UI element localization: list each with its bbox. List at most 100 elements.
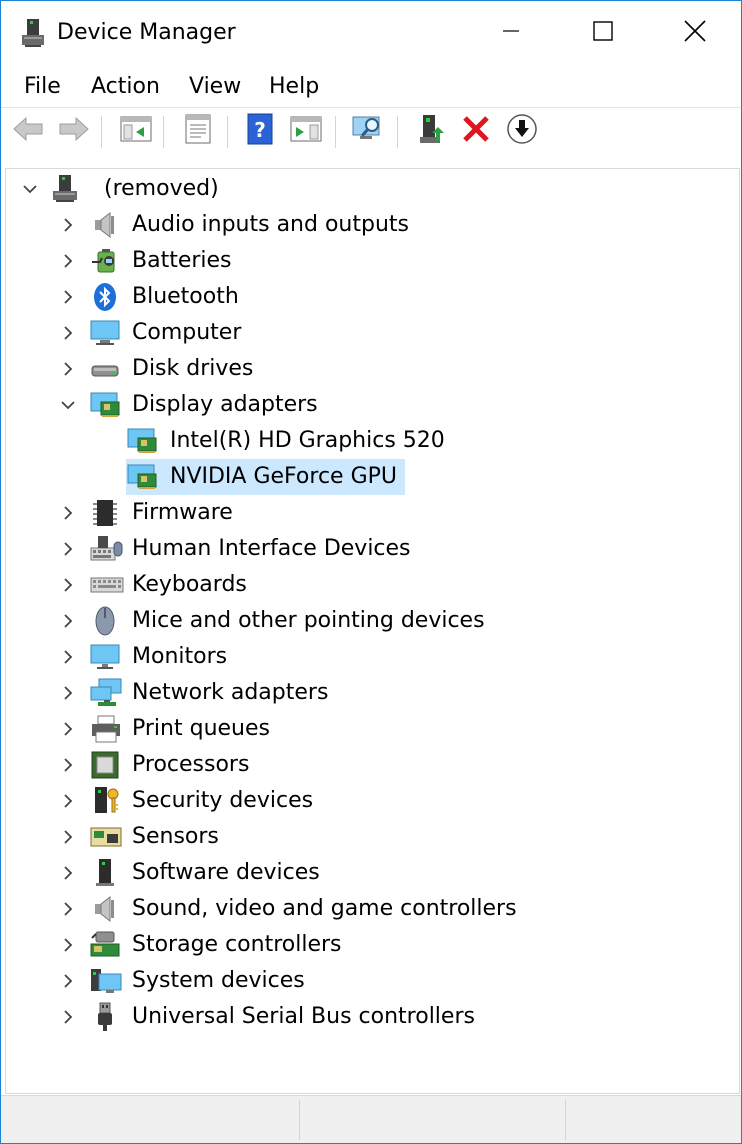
title-bar[interactable]: Device Manager: [1, 1, 741, 65]
mouse-icon: [90, 606, 120, 636]
scan-hardware-button[interactable]: [351, 114, 385, 148]
tree-device-intel-r-hd-graphics-520[interactable]: Intel(R) HD Graphics 520: [6, 423, 739, 459]
expand-chevron-icon[interactable]: [58, 755, 78, 775]
tree-item-label: Software devices: [132, 860, 320, 885]
expand-chevron-icon[interactable]: [58, 935, 78, 955]
tree-category-processors[interactable]: Processors: [6, 747, 739, 783]
tree-item-label: Batteries: [132, 248, 232, 273]
back-icon: [12, 115, 44, 147]
computer-root-icon: [50, 174, 80, 204]
tree-category-software-devices[interactable]: Software devices: [6, 855, 739, 891]
expand-chevron-icon[interactable]: [58, 719, 78, 739]
forward-icon: [58, 115, 90, 147]
tree-category-batteries[interactable]: Batteries: [6, 243, 739, 279]
tree-item-label: (removed): [104, 176, 219, 201]
tree-category-keyboards[interactable]: Keyboards: [6, 567, 739, 603]
expand-chevron-icon[interactable]: [58, 827, 78, 847]
tree-item-label: Processors: [132, 752, 250, 777]
tree-category-firmware[interactable]: Firmware: [6, 495, 739, 531]
tree-category-print-queues[interactable]: Print queues: [6, 711, 739, 747]
display-adapter-icon: [90, 390, 120, 420]
software-device-icon: [90, 858, 120, 888]
tree-root[interactable]: (removed): [6, 171, 739, 207]
hid-icon: [90, 534, 123, 564]
help-button[interactable]: ?: [243, 113, 277, 148]
action-pane-button[interactable]: [289, 114, 323, 148]
tree-category-universal-serial-bus-controllers[interactable]: Universal Serial Bus controllers: [6, 999, 739, 1035]
tree-item-label: Human Interface Devices: [132, 536, 411, 561]
tree-category-sensors[interactable]: Sensors: [6, 819, 739, 855]
expand-chevron-icon[interactable]: [58, 215, 78, 235]
tree-item-label: Print queues: [132, 716, 270, 741]
battery-icon: [90, 246, 120, 276]
tree-item-label: Security devices: [132, 788, 314, 813]
tree-category-monitors[interactable]: Monitors: [6, 639, 739, 675]
forward-button[interactable]: [57, 114, 91, 148]
close-button[interactable]: [649, 1, 741, 65]
expand-chevron-icon[interactable]: [58, 539, 78, 559]
tree-category-display-adapters[interactable]: Display adapters: [6, 387, 739, 423]
expand-chevron-icon[interactable]: [58, 611, 78, 631]
menu-file[interactable]: File: [20, 71, 65, 103]
collapse-chevron-icon[interactable]: [58, 395, 78, 415]
tree-category-security-devices[interactable]: Security devices: [6, 783, 739, 819]
status-bar-divider: [299, 1100, 301, 1140]
tree-item-label: Storage controllers: [132, 932, 342, 957]
monitor-icon: [90, 642, 120, 672]
expand-chevron-icon[interactable]: [58, 647, 78, 667]
disable-device-button[interactable]: [505, 114, 539, 148]
maximize-button[interactable]: [557, 1, 649, 65]
update-driver-button[interactable]: [415, 114, 449, 148]
menu-bar: File Action View Help: [1, 65, 741, 109]
toolbar-separator: [335, 116, 336, 148]
tree-category-computer[interactable]: Computer: [6, 315, 739, 351]
expand-chevron-icon[interactable]: [58, 323, 78, 343]
tree-category-human-interface-devices[interactable]: Human Interface Devices: [6, 531, 739, 567]
window-title: Device Manager: [57, 20, 236, 45]
firmware-chip-icon: [90, 498, 120, 528]
tree-category-sound-video-and-game-controllers[interactable]: Sound, video and game controllers: [6, 891, 739, 927]
tree-item-label: Sound, video and game controllers: [132, 896, 517, 921]
toolbar-separator: [163, 116, 164, 148]
tree-category-bluetooth[interactable]: Bluetooth: [6, 279, 739, 315]
tree-item-label: System devices: [132, 968, 305, 993]
expand-chevron-icon[interactable]: [58, 971, 78, 991]
tree-category-network-adapters[interactable]: Network adapters: [6, 675, 739, 711]
device-tree[interactable]: (removed) Audio inputs and outputs Batteri…: [5, 168, 740, 1094]
expand-chevron-icon[interactable]: [58, 359, 78, 379]
network-adapter-icon: [90, 678, 122, 708]
uninstall-device-button[interactable]: [459, 114, 493, 148]
back-button[interactable]: [11, 114, 45, 148]
tree-category-storage-controllers[interactable]: Storage controllers: [6, 927, 739, 963]
expand-chevron-icon[interactable]: [58, 899, 78, 919]
tree-item-label: Display adapters: [132, 392, 318, 417]
menu-action[interactable]: Action: [87, 71, 164, 103]
tree-category-mice-and-other-pointing-devices[interactable]: Mice and other pointing devices: [6, 603, 739, 639]
expand-chevron-icon[interactable]: [58, 1007, 78, 1027]
expand-chevron-icon[interactable]: [58, 575, 78, 595]
properties-icon: [183, 114, 213, 148]
keyboard-icon: [90, 570, 124, 600]
properties-button[interactable]: [181, 114, 215, 148]
minimize-button[interactable]: [465, 1, 557, 65]
expand-chevron-icon[interactable]: [58, 683, 78, 703]
tree-category-audio-inputs-and-outputs[interactable]: Audio inputs and outputs: [6, 207, 739, 243]
show-hide-console-tree-button[interactable]: [119, 114, 153, 148]
tree-device-nvidia-geforce-gpu[interactable]: NVIDIA GeForce GPU: [6, 459, 739, 495]
speaker-icon: [90, 210, 120, 240]
tree-item-label: Firmware: [132, 500, 233, 525]
display-adapter-icon: [127, 426, 157, 456]
menu-help[interactable]: Help: [265, 71, 323, 103]
expand-chevron-icon[interactable]: [58, 503, 78, 523]
menu-view[interactable]: View: [185, 71, 245, 103]
expand-chevron-icon[interactable]: [58, 251, 78, 271]
tree-category-disk-drives[interactable]: Disk drives: [6, 351, 739, 387]
expand-chevron-icon[interactable]: [58, 287, 78, 307]
expand-chevron-icon[interactable]: [58, 863, 78, 883]
show-hide-console-tree-icon: [120, 115, 152, 147]
usb-icon: [90, 1002, 120, 1032]
expand-chevron-icon[interactable]: [58, 791, 78, 811]
tree-category-system-devices[interactable]: System devices: [6, 963, 739, 999]
collapse-chevron-icon[interactable]: [20, 179, 40, 199]
minimize-icon: [501, 21, 521, 45]
